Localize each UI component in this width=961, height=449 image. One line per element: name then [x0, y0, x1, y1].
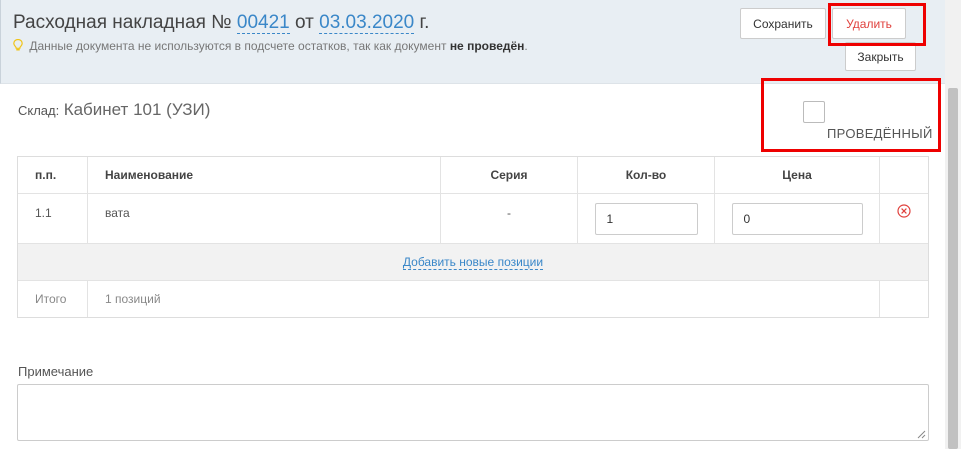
items-table: п.п. Наименование Серия Кол-во Цена 1.1 …: [17, 156, 929, 318]
close-button[interactable]: Закрыть: [845, 42, 916, 71]
lightbulb-icon: [13, 38, 23, 51]
warehouse-value[interactable]: Кабинет 101 (УЗИ): [64, 100, 211, 119]
scrollbar-thumb[interactable]: [948, 88, 958, 449]
header-name: Наименование: [88, 157, 441, 193]
add-positions-link[interactable]: Добавить новые позиции: [402, 255, 544, 270]
remove-row-icon[interactable]: [897, 204, 911, 218]
title-prefix: Расходная накладная №: [13, 12, 232, 33]
page-title: Расходная накладная № 00421 от 03.03.202…: [13, 12, 429, 34]
save-button[interactable]: Сохранить: [740, 8, 826, 39]
header-qty: Кол-во: [578, 157, 715, 193]
notice-end: .: [524, 39, 528, 53]
totals-empty: [880, 281, 928, 317]
add-row: Добавить новые позиции: [18, 244, 928, 281]
row-price-cell: [715, 194, 880, 243]
scrollbar[interactable]: [945, 0, 961, 449]
header-series: Серия: [441, 157, 578, 193]
totals-value: 1 позиций: [88, 281, 880, 317]
not-posted-notice: Данные документа не используются в подсч…: [13, 38, 528, 53]
warehouse-label: Склад:: [18, 103, 60, 118]
title-suffix: г.: [419, 12, 430, 33]
row-qty-cell: [578, 194, 715, 243]
row-actions: [880, 194, 928, 243]
row-name: вата: [88, 194, 441, 243]
document-date-link[interactable]: 03.03.2020: [319, 12, 415, 34]
posted-label: ПРОВЕДЁННЫЙ: [827, 126, 933, 141]
title-from: от: [295, 12, 314, 33]
note-label: Примечание: [18, 364, 94, 379]
price-input[interactable]: [731, 203, 863, 235]
table-header: п.п. Наименование Серия Кол-во Цена: [18, 157, 928, 194]
row-series: -: [441, 194, 578, 243]
delete-button[interactable]: Удалить: [832, 8, 906, 39]
posted-checkbox[interactable]: [803, 101, 825, 123]
header-actions: [880, 157, 928, 193]
resize-grip-icon[interactable]: [916, 429, 926, 439]
totals-row: Итого 1 позиций: [18, 281, 928, 317]
qty-input[interactable]: [594, 203, 698, 235]
header-price: Цена: [715, 157, 880, 193]
table-row: 1.1 вата -: [18, 194, 928, 244]
notice-bold: не проведён: [449, 39, 525, 53]
document-number-link[interactable]: 00421: [236, 12, 290, 34]
header-num: п.п.: [18, 157, 88, 193]
totals-label: Итого: [18, 281, 88, 317]
warehouse-field: Склад: Кабинет 101 (УЗИ): [18, 100, 210, 120]
notice-text: Данные документа не используются в подсч…: [29, 39, 447, 53]
row-num: 1.1: [18, 194, 88, 243]
note-textarea[interactable]: [17, 384, 929, 441]
